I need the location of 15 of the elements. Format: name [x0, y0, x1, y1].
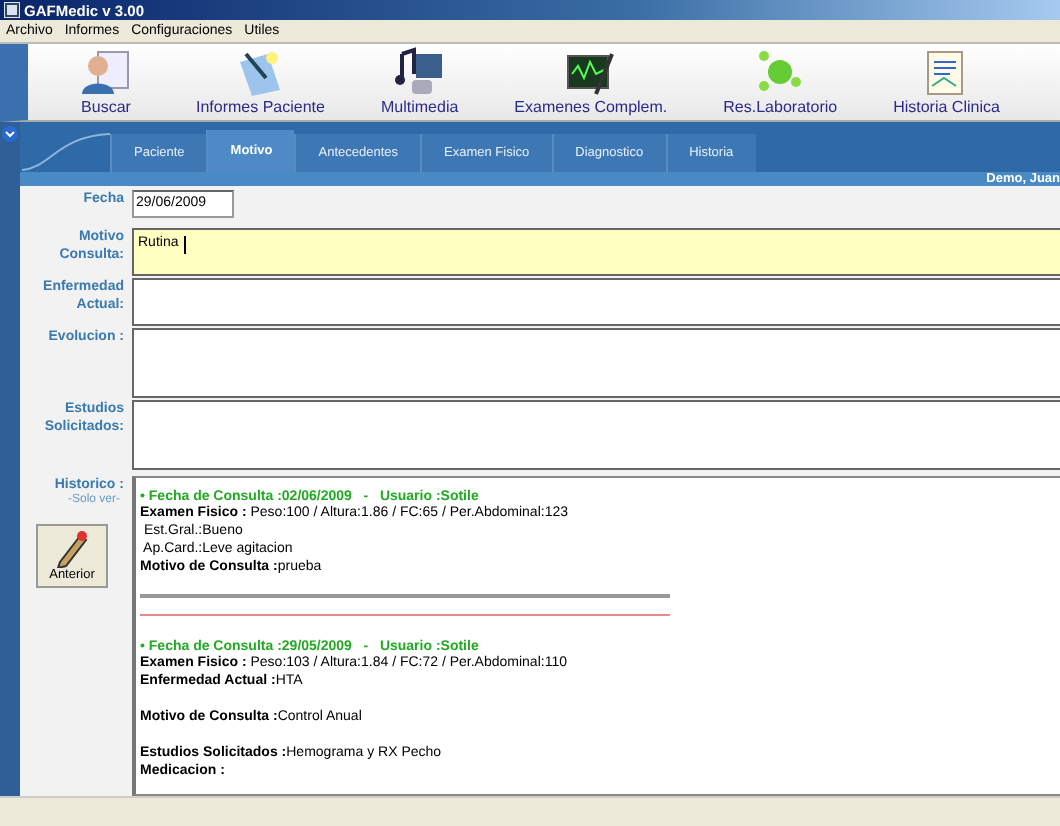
person-icon: [80, 46, 132, 98]
pencil-icon: [52, 528, 92, 568]
toolbar-button[interactable]: Examenes Complem.: [486, 46, 696, 120]
toolbar-button[interactable]: Res.Laboratorio: [695, 46, 866, 120]
collapse-icon[interactable]: [2, 126, 18, 142]
app-icon: [4, 2, 20, 18]
tab-swoosh-drawing: [22, 131, 110, 172]
text-area[interactable]: [132, 400, 1060, 470]
text-area[interactable]: [132, 328, 1060, 398]
toolbar-button[interactable]: Informes Paciente: [168, 46, 353, 120]
toolbar-button[interactable]: Buscar: [64, 46, 168, 120]
media-icon: [393, 46, 446, 98]
text-area[interactable]: [132, 278, 1060, 326]
toolbar-button[interactable]: Multimedia: [352, 46, 487, 120]
toolbar-button[interactable]: Historia Clinica: [865, 46, 1028, 120]
